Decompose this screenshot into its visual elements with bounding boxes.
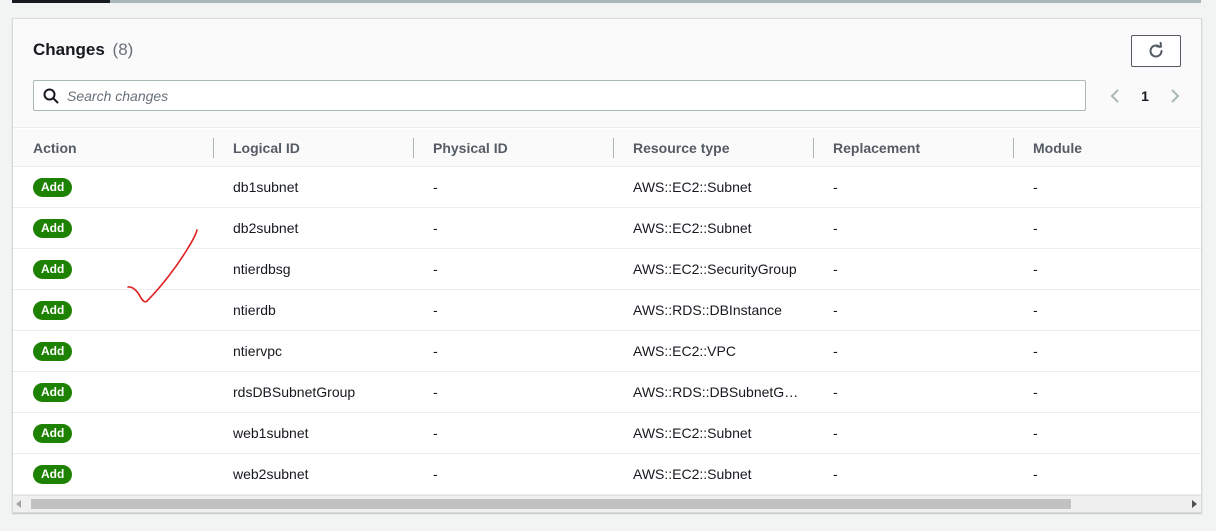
column-header-resource-type[interactable]: Resource type <box>633 129 729 167</box>
column-header-module[interactable]: Module <box>1033 129 1082 167</box>
scroll-left-arrow-icon[interactable] <box>16 500 21 508</box>
search-icon <box>43 88 59 103</box>
table-row: Add ntiervpc - AWS::EC2::VPC - - <box>13 331 1201 372</box>
physical-id-cell: - <box>433 302 438 318</box>
resource-type-cell: AWS::RDS::DBInstance <box>633 302 782 318</box>
panel-header: Changes (8) 1 <box>13 19 1201 128</box>
resource-type-cell: AWS::EC2::Subnet <box>633 466 752 482</box>
replacement-cell: - <box>833 220 838 236</box>
action-badge: Add <box>33 465 73 484</box>
resource-type-cell: AWS::RDS::DBSubnetG… <box>633 384 799 400</box>
table-row: Add web1subnet - AWS::EC2::Subnet - - <box>13 413 1201 454</box>
action-badge: Add <box>33 424 73 443</box>
changes-count: (8) <box>112 40 134 59</box>
physical-id-cell: - <box>433 343 438 359</box>
column-header-replacement[interactable]: Replacement <box>833 129 920 167</box>
physical-id-cell: - <box>433 261 438 277</box>
column-resizer[interactable] <box>413 138 414 158</box>
module-cell: - <box>1033 425 1038 441</box>
table-row: Add rdsDBSubnetGroup - AWS::RDS::DBSubne… <box>13 372 1201 413</box>
physical-id-cell: - <box>433 179 438 195</box>
physical-id-cell: - <box>433 425 438 441</box>
table-row: Add ntierdbsg - AWS::EC2::SecurityGroup … <box>13 249 1201 290</box>
resource-type-cell: AWS::EC2::Subnet <box>633 179 752 195</box>
resource-type-cell: AWS::EC2::SecurityGroup <box>633 261 797 277</box>
replacement-cell: - <box>833 425 838 441</box>
column-resizer[interactable] <box>1013 138 1014 158</box>
changes-panel: Changes (8) 1 Action <box>12 18 1202 513</box>
logical-id-cell: rdsDBSubnetGroup <box>233 384 356 400</box>
action-badge: Add <box>33 342 73 361</box>
scroll-right-arrow-icon[interactable] <box>1192 500 1197 508</box>
column-resizer[interactable] <box>813 138 814 158</box>
replacement-cell: - <box>833 302 838 318</box>
search-field[interactable] <box>33 80 1086 111</box>
action-badge: Add <box>33 383 73 402</box>
replacement-cell: - <box>833 384 838 400</box>
resource-type-cell: AWS::EC2::Subnet <box>633 425 752 441</box>
resource-type-cell: AWS::EC2::Subnet <box>633 220 752 236</box>
chevron-left-icon[interactable] <box>1109 88 1121 104</box>
replacement-cell: - <box>833 343 838 359</box>
refresh-button[interactable] <box>1131 35 1181 67</box>
column-resizer[interactable] <box>213 138 214 158</box>
resource-type-cell: AWS::EC2::VPC <box>633 343 736 359</box>
tab-bar-underline <box>12 0 1201 3</box>
page-number[interactable]: 1 <box>1141 88 1149 104</box>
action-badge: Add <box>33 219 73 238</box>
scrollbar-thumb[interactable] <box>31 499 1071 509</box>
physical-id-cell: - <box>433 220 438 236</box>
logical-id-cell: db2subnet <box>233 220 299 236</box>
pagination: 1 <box>1109 85 1181 107</box>
column-header-physical-id[interactable]: Physical ID <box>433 129 508 167</box>
search-input[interactable] <box>67 87 967 104</box>
table-row: Add db1subnet - AWS::EC2::Subnet - - <box>13 167 1201 208</box>
module-cell: - <box>1033 343 1038 359</box>
module-cell: - <box>1033 261 1038 277</box>
physical-id-cell: - <box>433 384 438 400</box>
replacement-cell: - <box>833 179 838 195</box>
horizontal-scrollbar[interactable] <box>13 495 1201 512</box>
module-cell: - <box>1033 302 1038 318</box>
module-cell: - <box>1033 179 1038 195</box>
logical-id-cell: web2subnet <box>233 466 309 482</box>
module-cell: - <box>1033 220 1038 236</box>
replacement-cell: - <box>833 261 838 277</box>
column-resizer[interactable] <box>613 138 614 158</box>
logical-id-cell: web1subnet <box>233 425 309 441</box>
action-badge: Add <box>33 260 73 279</box>
chevron-right-icon[interactable] <box>1169 88 1181 104</box>
logical-id-cell: db1subnet <box>233 179 299 195</box>
module-cell: - <box>1033 466 1038 482</box>
refresh-icon <box>1149 42 1163 58</box>
table-row: Add web2subnet - AWS::EC2::Subnet - - <box>13 454 1201 495</box>
table-row: Add db2subnet - AWS::EC2::Subnet - - <box>13 208 1201 249</box>
logical-id-cell: ntiervpc <box>233 343 283 359</box>
column-header-action[interactable]: Action <box>33 129 77 167</box>
panel-title: Changes (8) <box>33 40 133 60</box>
module-cell: - <box>1033 384 1038 400</box>
action-badge: Add <box>33 301 73 320</box>
column-header-logical-id[interactable]: Logical ID <box>233 129 300 167</box>
panel-title-text: Changes <box>33 40 105 59</box>
active-tab-indicator <box>12 0 110 3</box>
logical-id-cell: ntierdbsg <box>233 261 291 277</box>
physical-id-cell: - <box>433 466 438 482</box>
table-body: Add db1subnet - AWS::EC2::Subnet - - Add… <box>13 167 1201 495</box>
table-header: Action Logical ID Physical ID Resource t… <box>13 129 1201 167</box>
replacement-cell: - <box>833 466 838 482</box>
action-badge: Add <box>33 178 73 197</box>
logical-id-cell: ntierdb <box>233 302 276 318</box>
table-row: Add ntierdb - AWS::RDS::DBInstance - - <box>13 290 1201 331</box>
